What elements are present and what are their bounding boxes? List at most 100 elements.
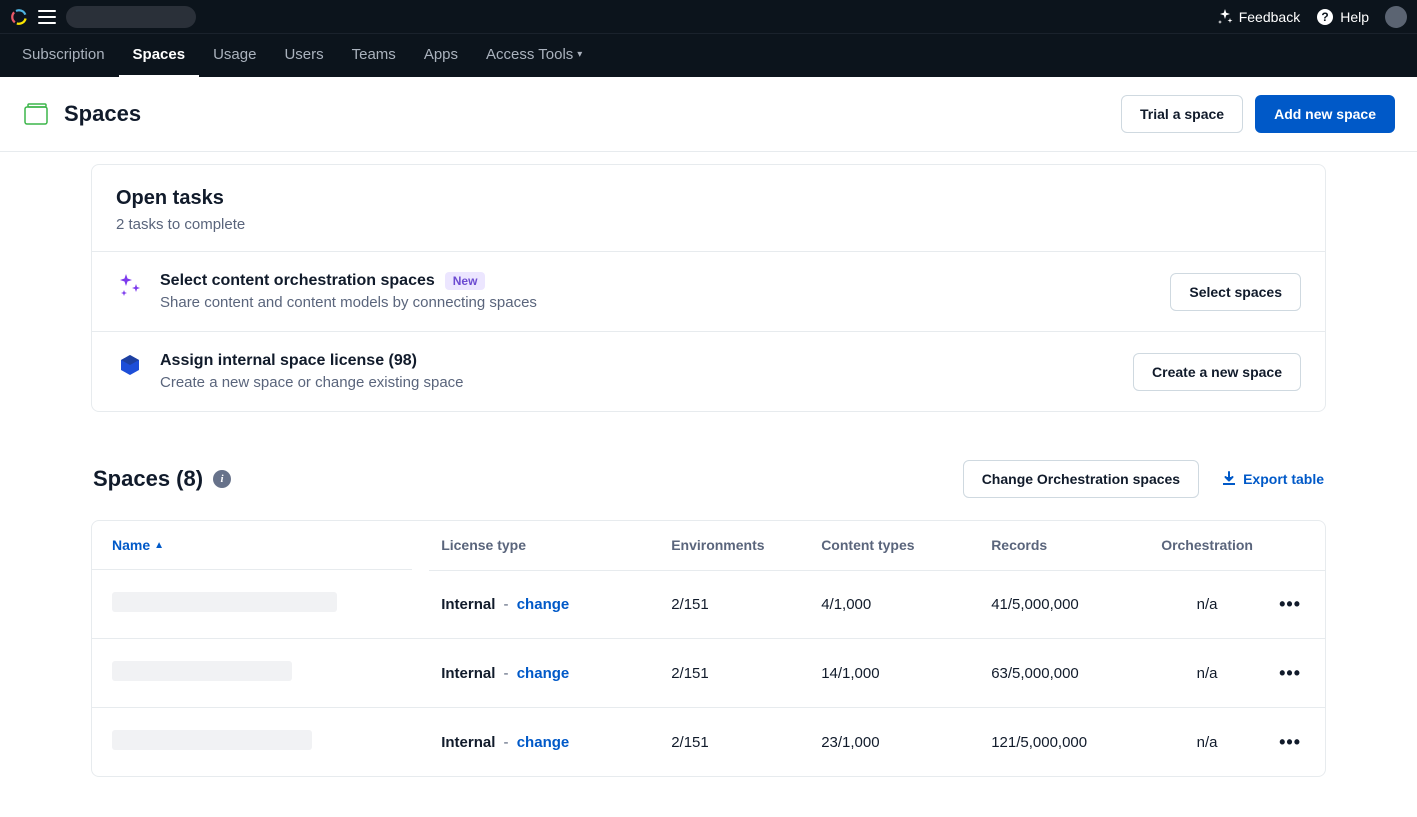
cell-orchestration: n/a	[1149, 570, 1265, 639]
open-tasks-title: Open tasks	[116, 187, 1301, 210]
cell-orchestration: n/a	[1149, 708, 1265, 777]
row-actions-menu-icon[interactable]: •••	[1279, 732, 1301, 752]
table-row: Internal - change2/15123/1,000121/5,000,…	[92, 708, 1325, 777]
space-name	[112, 730, 312, 750]
nav-item-spaces[interactable]: Spaces	[119, 34, 200, 77]
task-title-row: Select content orchestration spaces New	[160, 272, 537, 290]
help-label: Help	[1340, 9, 1369, 25]
col-actions	[1265, 521, 1325, 570]
feedback-label: Feedback	[1239, 9, 1300, 25]
help-icon: ?	[1316, 8, 1334, 26]
row-actions-menu-icon[interactable]: •••	[1279, 594, 1301, 614]
page-header: Spaces Trial a space Add new space	[0, 77, 1417, 152]
nav-item-teams[interactable]: Teams	[338, 34, 410, 77]
col-records[interactable]: Records	[979, 521, 1149, 570]
info-icon[interactable]: i	[213, 470, 231, 488]
cell-records: 121/5,000,000	[979, 708, 1149, 777]
chevron-down-icon: ▾	[577, 49, 582, 60]
change-license-link[interactable]: change	[517, 596, 570, 613]
page-header-left: Spaces	[22, 100, 141, 128]
nav-item-users[interactable]: Users	[270, 34, 337, 77]
trial-space-button[interactable]: Trial a space	[1121, 95, 1243, 133]
topbar-right: Feedback ? Help	[1217, 6, 1407, 28]
cell-content-types: 23/1,000	[809, 708, 979, 777]
cell-records: 41/5,000,000	[979, 570, 1149, 639]
spaces-section-actions: Change Orchestration spaces Export table	[963, 460, 1324, 498]
spaces-section-header: Spaces (8) i Change Orchestration spaces…	[91, 460, 1326, 498]
cell-records: 63/5,000,000	[979, 639, 1149, 708]
hamburger-menu-icon[interactable]	[38, 8, 56, 26]
cell-actions: •••	[1265, 570, 1325, 639]
license-type: Internal	[441, 665, 495, 682]
nav-item-apps[interactable]: Apps	[410, 34, 472, 77]
space-name	[112, 592, 337, 612]
nav-item-subscription[interactable]: Subscription	[8, 34, 119, 77]
cell-name[interactable]	[92, 708, 429, 777]
cell-license: Internal - change	[429, 708, 659, 777]
nav-item-usage[interactable]: Usage	[199, 34, 270, 77]
new-badge: New	[445, 272, 486, 290]
cell-name[interactable]	[92, 570, 429, 639]
cell-license: Internal - change	[429, 570, 659, 639]
task-title-row: Assign internal space license (98)	[160, 352, 464, 370]
col-name[interactable]: Name ▲	[92, 521, 412, 570]
add-new-space-button[interactable]: Add new space	[1255, 95, 1395, 133]
sort-asc-icon: ▲	[154, 540, 164, 551]
task-title: Select content orchestration spaces	[160, 272, 435, 290]
user-avatar[interactable]	[1385, 6, 1407, 28]
svg-text:?: ?	[1322, 10, 1329, 24]
row-actions-menu-icon[interactable]: •••	[1279, 663, 1301, 683]
download-icon	[1221, 471, 1237, 487]
cell-actions: •••	[1265, 708, 1325, 777]
col-content-types[interactable]: Content types	[809, 521, 979, 570]
open-tasks-subtitle: 2 tasks to complete	[116, 216, 1301, 233]
cell-orchestration: n/a	[1149, 639, 1265, 708]
task-description: Create a new space or change existing sp…	[160, 374, 464, 391]
cell-environments: 2/151	[659, 708, 809, 777]
cell-actions: •••	[1265, 639, 1325, 708]
table-row: Internal - change2/1514/1,00041/5,000,00…	[92, 570, 1325, 639]
help-link[interactable]: ? Help	[1316, 8, 1369, 26]
spaces-section-title: Spaces (8)	[93, 466, 203, 492]
table-header-row: Name ▲ License type Environments Content…	[92, 521, 1325, 570]
export-table-label: Export table	[1243, 471, 1324, 487]
content-area: Open tasks 2 tasks to complete Select co…	[91, 152, 1326, 817]
col-environments[interactable]: Environments	[659, 521, 809, 570]
task-description: Share content and content models by conn…	[160, 294, 537, 311]
change-license-link[interactable]: change	[517, 665, 570, 682]
cell-environments: 2/151	[659, 570, 809, 639]
cell-content-types: 14/1,000	[809, 639, 979, 708]
spaces-table: Name ▲ License type Environments Content…	[91, 520, 1326, 777]
col-name-label: Name	[112, 537, 150, 553]
cell-license: Internal - change	[429, 639, 659, 708]
topbar: Feedback ? Help	[0, 0, 1417, 33]
task-action-button[interactable]: Select spaces	[1170, 273, 1301, 311]
sparkle-icon	[116, 272, 144, 300]
change-license-link[interactable]: change	[517, 734, 570, 751]
open-tasks-card: Open tasks 2 tasks to complete Select co…	[91, 164, 1326, 412]
nav-item-access-tools[interactable]: Access Tools▾	[472, 34, 596, 77]
col-orchestration[interactable]: Orchestration	[1149, 521, 1265, 570]
task-title: Assign internal space license (98)	[160, 352, 417, 370]
main-nav: SubscriptionSpacesUsageUsersTeamsAppsAcc…	[0, 33, 1417, 77]
task-text: Assign internal space license (98) Create…	[160, 352, 464, 391]
space-name	[112, 661, 292, 681]
open-tasks-header: Open tasks 2 tasks to complete	[92, 165, 1325, 251]
change-orchestration-spaces-button[interactable]: Change Orchestration spaces	[963, 460, 1199, 498]
col-license[interactable]: License type	[429, 521, 659, 570]
task-action-button[interactable]: Create a new space	[1133, 353, 1301, 391]
page-title: Spaces	[64, 101, 141, 127]
org-switcher[interactable]	[66, 6, 196, 28]
task-row: Assign internal space license (98) Create…	[92, 331, 1325, 411]
license-type: Internal	[441, 734, 495, 751]
export-table-link[interactable]: Export table	[1221, 471, 1324, 487]
hexagon-icon	[116, 352, 144, 380]
spaces-section-left: Spaces (8) i	[93, 466, 231, 492]
task-left: Select content orchestration spaces New Sh…	[116, 272, 537, 311]
task-row: Select content orchestration spaces New Sh…	[92, 251, 1325, 331]
page-header-actions: Trial a space Add new space	[1121, 95, 1395, 133]
contentful-logo-icon[interactable]	[10, 8, 28, 26]
feedback-link[interactable]: Feedback	[1217, 9, 1300, 25]
cell-name[interactable]	[92, 639, 429, 708]
task-text: Select content orchestration spaces New Sh…	[160, 272, 537, 311]
